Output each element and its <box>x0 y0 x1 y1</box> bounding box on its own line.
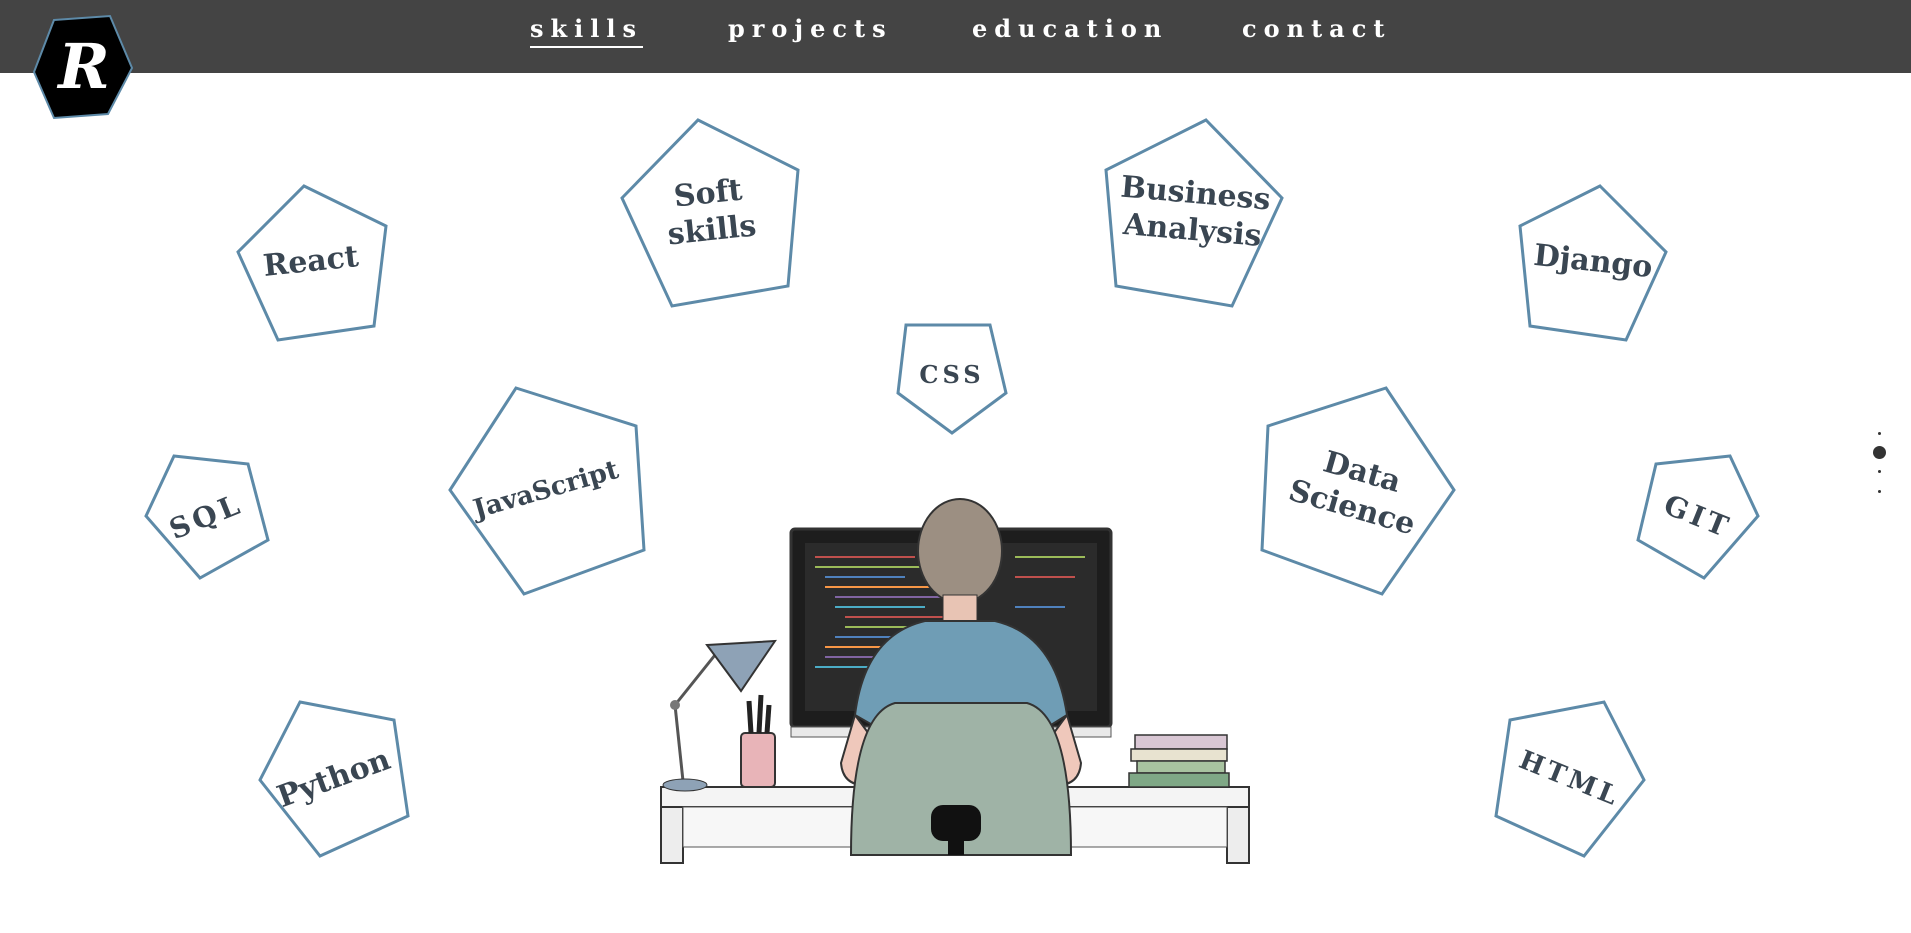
skill-css[interactable]: CSS <box>896 323 1008 435</box>
skill-sql[interactable]: SQL <box>144 454 270 580</box>
skill-label-react: React <box>261 239 361 285</box>
skill-html[interactable]: HTML <box>1494 700 1646 858</box>
skill-git[interactable]: GIT <box>1636 454 1760 580</box>
skill-label-html: HTML <box>1514 744 1626 813</box>
skill-business-analysis[interactable]: Business Analysis <box>1104 118 1284 308</box>
skill-javascript[interactable]: JavaScript <box>448 386 646 596</box>
nav-contact[interactable]: contact <box>1242 14 1391 46</box>
nav-education[interactable]: education <box>972 14 1168 46</box>
developer-at-desk-illustration <box>655 495 1255 870</box>
section-dot-3[interactable] <box>1878 470 1881 473</box>
skill-label-javascript: JavaScript <box>469 454 622 525</box>
site-logo[interactable]: R <box>32 14 134 120</box>
top-nav-bar: skills projects education contact <box>0 0 1911 73</box>
skill-label-css: CSS <box>919 360 985 389</box>
section-nav-dots <box>1868 432 1892 504</box>
skill-label-sql: SQL <box>164 486 248 546</box>
skill-label-django: Django <box>1531 238 1655 286</box>
skill-label-business-analysis: Business Analysis <box>1119 169 1272 254</box>
logo-letter: R <box>56 30 110 103</box>
section-dot-1[interactable] <box>1878 432 1881 435</box>
nav-skills[interactable]: skills <box>530 14 644 48</box>
skill-label-data-science: Data Science <box>1284 444 1420 543</box>
skill-soft-skills[interactable]: Soft skills <box>620 118 800 308</box>
hexagon-logo-icon: R <box>32 14 134 120</box>
skill-python[interactable]: Python <box>258 700 410 858</box>
skill-label-soft-skills: Soft skills <box>665 172 758 253</box>
skill-react[interactable]: React <box>236 184 388 342</box>
skill-data-science[interactable]: Data Science <box>1260 386 1456 596</box>
section-dot-4[interactable] <box>1878 490 1881 493</box>
section-dot-2-active[interactable] <box>1873 446 1886 459</box>
main-nav: skills projects education contact <box>0 0 1911 73</box>
skill-label-python: Python <box>272 742 396 816</box>
nav-projects[interactable]: projects <box>728 14 893 46</box>
skill-django[interactable]: Django <box>1518 184 1668 342</box>
skill-label-git: GIT <box>1659 487 1737 545</box>
